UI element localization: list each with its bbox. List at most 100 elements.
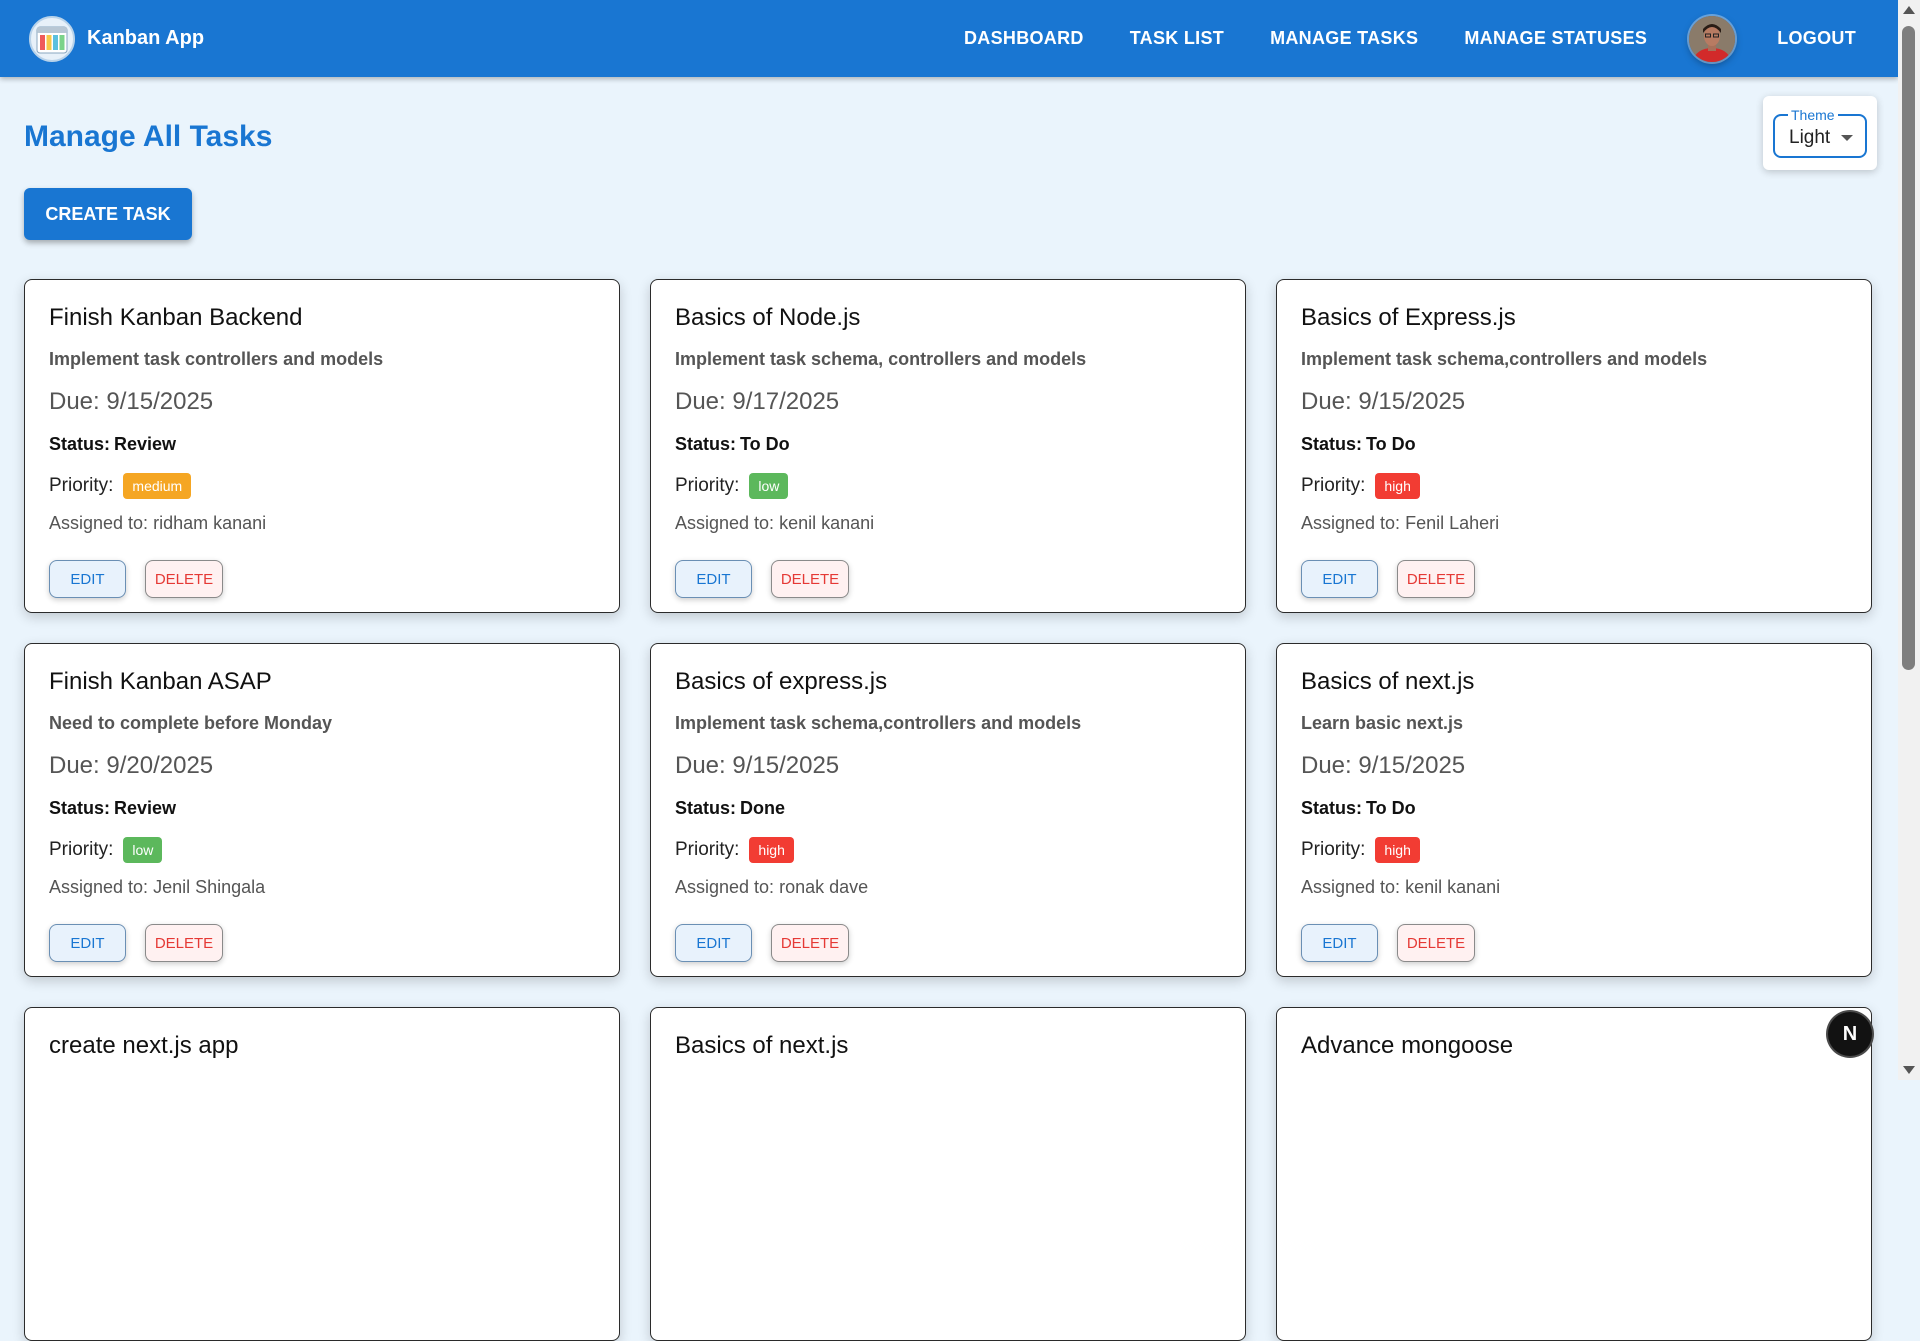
task-actions: EDIT DELETE bbox=[49, 924, 223, 962]
task-title: create next.js app bbox=[49, 1032, 239, 1059]
task-card: Advance mongoose bbox=[1276, 1007, 1872, 1341]
task-status: Status: To Do bbox=[675, 434, 790, 455]
assigned-label: Assigned to: bbox=[675, 877, 775, 897]
task-priority: Priority: high bbox=[1301, 473, 1420, 499]
theme-value: Light bbox=[1789, 127, 1831, 148]
status-value: To Do bbox=[1366, 434, 1416, 454]
task-description: Learn basic next.js bbox=[1301, 713, 1464, 733]
delete-button[interactable]: DELETE bbox=[145, 560, 223, 598]
task-priority: Priority: high bbox=[1301, 837, 1420, 863]
scrollbar-thumb[interactable] bbox=[1902, 26, 1915, 670]
due-date: 9/20/2025 bbox=[106, 752, 214, 779]
task-due: Due: 9/15/2025 bbox=[49, 388, 213, 416]
task-title: Basics of next.js bbox=[1301, 668, 1475, 695]
due-date: 9/15/2025 bbox=[106, 388, 214, 415]
edit-button[interactable]: EDIT bbox=[1301, 924, 1378, 962]
task-title: Basics of next.js bbox=[675, 1032, 849, 1059]
task-actions: EDIT DELETE bbox=[1301, 924, 1475, 962]
task-card: Basics of next.js Learn basic next.js Due:… bbox=[1276, 643, 1872, 977]
task-grid: Finish Kanban Backend Implement task cont… bbox=[24, 279, 1872, 1341]
priority-label: Priority: bbox=[49, 475, 114, 496]
task-title: Finish Kanban Backend bbox=[49, 304, 303, 331]
task-due: Due: 9/17/2025 bbox=[675, 388, 839, 416]
status-label: Status: bbox=[1301, 798, 1363, 818]
due-label: Due: bbox=[1301, 388, 1352, 415]
edit-button[interactable]: EDIT bbox=[49, 560, 126, 598]
nav-manage-tasks[interactable]: MANAGE TASKS bbox=[1270, 28, 1418, 49]
priority-badge: low bbox=[123, 837, 163, 863]
user-avatar[interactable] bbox=[1689, 15, 1736, 62]
assignee-name: kenil kanani bbox=[1405, 877, 1501, 897]
theme-select[interactable]: Theme Light bbox=[1773, 107, 1867, 158]
task-title: Finish Kanban ASAP bbox=[49, 668, 272, 695]
assignee-name: Jenil Shingala bbox=[153, 877, 266, 897]
task-card: create next.js app bbox=[24, 1007, 620, 1341]
edit-button[interactable]: EDIT bbox=[675, 924, 752, 962]
task-status: Status: To Do bbox=[1301, 434, 1416, 455]
priority-label: Priority: bbox=[675, 475, 740, 496]
nav-dashboard[interactable]: DASHBOARD bbox=[964, 28, 1084, 49]
delete-button[interactable]: DELETE bbox=[1397, 560, 1475, 598]
task-due: Due: 9/15/2025 bbox=[1301, 752, 1465, 780]
status-value: Review bbox=[114, 798, 177, 818]
nextjs-dev-button[interactable]: N bbox=[1828, 1012, 1872, 1056]
page-title: Manage All Tasks bbox=[24, 120, 273, 153]
task-title: Basics of Node.js bbox=[675, 304, 861, 331]
task-actions: EDIT DELETE bbox=[49, 560, 223, 598]
priority-label: Priority: bbox=[1301, 839, 1366, 860]
scroll-up-icon[interactable] bbox=[1903, 6, 1915, 14]
assignee-name: ridham kanani bbox=[153, 513, 267, 533]
status-label: Status: bbox=[49, 798, 111, 818]
delete-button[interactable]: DELETE bbox=[1397, 924, 1475, 962]
due-date: 9/15/2025 bbox=[732, 752, 840, 779]
brand[interactable]: Kanban App bbox=[29, 15, 205, 62]
scroll-down-icon[interactable] bbox=[1903, 1066, 1915, 1074]
due-label: Due: bbox=[675, 388, 726, 415]
task-description: Implement task schema, controllers and m… bbox=[675, 349, 1087, 369]
task-description: Implement task schema,controllers and mo… bbox=[675, 713, 1082, 733]
delete-button[interactable]: DELETE bbox=[771, 924, 849, 962]
edit-button[interactable]: EDIT bbox=[675, 560, 752, 598]
status-value: Review bbox=[114, 434, 177, 454]
task-title: Basics of Express.js bbox=[1301, 304, 1516, 331]
delete-button[interactable]: DELETE bbox=[771, 560, 849, 598]
assignee-name: ronak dave bbox=[779, 877, 869, 897]
kanban-logo-icon bbox=[29, 15, 75, 62]
edit-button[interactable]: EDIT bbox=[1301, 560, 1378, 598]
delete-button[interactable]: DELETE bbox=[145, 924, 223, 962]
task-priority: Priority: medium bbox=[49, 473, 192, 499]
task-description: Implement task schema,controllers and mo… bbox=[1301, 349, 1708, 369]
task-card: Finish Kanban ASAP Need to complete befor… bbox=[24, 643, 620, 977]
create-task-button[interactable]: CREATE TASK bbox=[24, 188, 192, 240]
app-name: Kanban App bbox=[87, 27, 205, 49]
priority-label: Priority: bbox=[49, 839, 114, 860]
status-value: To Do bbox=[740, 434, 790, 454]
nav-task-list[interactable]: TASK LIST bbox=[1130, 28, 1224, 49]
theme-label: Theme bbox=[1788, 107, 1838, 123]
logout-button[interactable]: LOGOUT bbox=[1777, 28, 1856, 49]
due-label: Due: bbox=[1301, 752, 1352, 779]
assignee-name: kenil kanani bbox=[779, 513, 875, 533]
task-due: Due: 9/15/2025 bbox=[675, 752, 839, 780]
task-priority: Priority: high bbox=[675, 837, 794, 863]
nav-manage-statuses[interactable]: MANAGE STATUSES bbox=[1464, 28, 1647, 49]
task-assignee: Assigned to: ridham kanani bbox=[49, 513, 266, 534]
priority-badge: high bbox=[1375, 837, 1420, 863]
due-date: 9/15/2025 bbox=[1358, 388, 1466, 415]
app-bar: Kanban App DASHBOARD TASK LIST MANAGE TA… bbox=[0, 0, 1898, 77]
task-status: Status: To Do bbox=[1301, 798, 1416, 819]
task-due: Due: 9/20/2025 bbox=[49, 752, 213, 780]
task-title: Basics of express.js bbox=[675, 668, 888, 695]
assigned-label: Assigned to: bbox=[49, 877, 149, 897]
assigned-label: Assigned to: bbox=[675, 513, 775, 533]
top-nav: DASHBOARD TASK LIST MANAGE TASKS MANAGE … bbox=[964, 0, 1898, 77]
priority-badge: medium bbox=[123, 473, 192, 499]
task-status: Status: Done bbox=[675, 798, 785, 819]
task-card: Basics of express.js Implement task schem… bbox=[650, 643, 1246, 977]
status-value: Done bbox=[740, 798, 786, 818]
assignee-name: Fenil Laheri bbox=[1405, 513, 1500, 533]
assigned-label: Assigned to: bbox=[1301, 877, 1401, 897]
task-status: Status: Review bbox=[49, 798, 176, 819]
vertical-scrollbar[interactable] bbox=[1898, 0, 1920, 1080]
edit-button[interactable]: EDIT bbox=[49, 924, 126, 962]
